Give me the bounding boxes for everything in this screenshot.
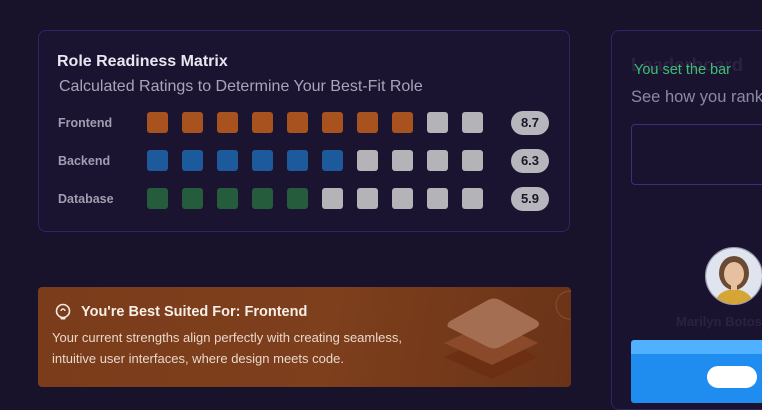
rating-cell-filled xyxy=(147,188,168,209)
rating-cell-empty xyxy=(357,150,378,171)
rating-cell-filled xyxy=(322,112,343,133)
matrix-row-backend: Backend 6.3 xyxy=(39,149,569,174)
row-label: Frontend xyxy=(58,116,113,130)
best-suited-card: You're Best Suited For: Frontend Your cu… xyxy=(38,287,571,387)
matrix-subtitle: Calculated Ratings to Determine Your Bes… xyxy=(59,78,423,95)
rating-cell-filled xyxy=(147,112,168,133)
rating-cell-filled xyxy=(287,150,308,171)
top-player-name: Marilyn Botosh xyxy=(676,314,762,329)
rating-cell-filled xyxy=(252,112,273,133)
rating-cell-filled xyxy=(252,188,273,209)
leaderboard-note-box xyxy=(631,124,762,185)
role-readiness-card: Role Readiness Matrix Calculated Ratings… xyxy=(38,30,570,232)
rating-cell-filled xyxy=(357,112,378,133)
layers-illustration xyxy=(444,290,571,379)
matrix-title: Role Readiness Matrix xyxy=(57,53,228,70)
rating-cell-empty xyxy=(322,188,343,209)
description-line: intuitive user interfaces, where design … xyxy=(52,351,344,366)
score-badge: 6.3 xyxy=(511,149,549,173)
rating-cell-filled xyxy=(182,188,203,209)
rating-cell-empty xyxy=(427,112,448,133)
rating-cell-filled xyxy=(217,150,238,171)
rating-cell-empty xyxy=(462,112,483,133)
leaderboard-subtitle: See how you rank xyxy=(631,88,762,106)
leaderboard-card: Leaderboard See how you rank You set the… xyxy=(611,30,762,410)
score-badge: 8.7 xyxy=(511,111,549,135)
user-avatar-icon xyxy=(706,248,762,304)
podium-top-face xyxy=(631,340,762,354)
rating-cell-filled xyxy=(217,112,238,133)
rating-cell-empty xyxy=(392,188,413,209)
rating-cell-filled xyxy=(322,150,343,171)
podium-score-badge xyxy=(707,366,757,388)
best-suited-heading: You're Best Suited For: Frontend xyxy=(81,304,308,320)
row-label: Backend xyxy=(58,154,111,168)
rating-cell-empty xyxy=(462,188,483,209)
rating-cell-filled xyxy=(392,112,413,133)
row-label: Database xyxy=(58,192,114,206)
rating-cell-filled xyxy=(217,188,238,209)
rating-cell-filled xyxy=(287,188,308,209)
matrix-row-frontend: Frontend 8.7 xyxy=(39,111,569,136)
score-badge: 5.9 xyxy=(511,187,549,211)
rating-cell-filled xyxy=(287,112,308,133)
rating-cell-filled xyxy=(182,150,203,171)
rating-cell-empty xyxy=(427,150,448,171)
rating-cell-filled xyxy=(252,150,273,171)
rating-cell-empty xyxy=(357,188,378,209)
rating-cell-filled xyxy=(147,150,168,171)
description-line: Your current strengths align perfectly w… xyxy=(52,330,402,345)
matrix-row-database: Database 5.9 xyxy=(39,187,569,212)
best-suited-description: Your current strengths align perfectly w… xyxy=(52,327,452,369)
avatar[interactable] xyxy=(705,247,762,305)
rating-cell-empty xyxy=(427,188,448,209)
rating-cell-filled xyxy=(182,112,203,133)
rating-cell-empty xyxy=(462,150,483,171)
lightbulb-icon xyxy=(55,303,71,320)
leaderboard-note: You set the bar xyxy=(634,62,732,78)
rating-cell-empty xyxy=(392,150,413,171)
